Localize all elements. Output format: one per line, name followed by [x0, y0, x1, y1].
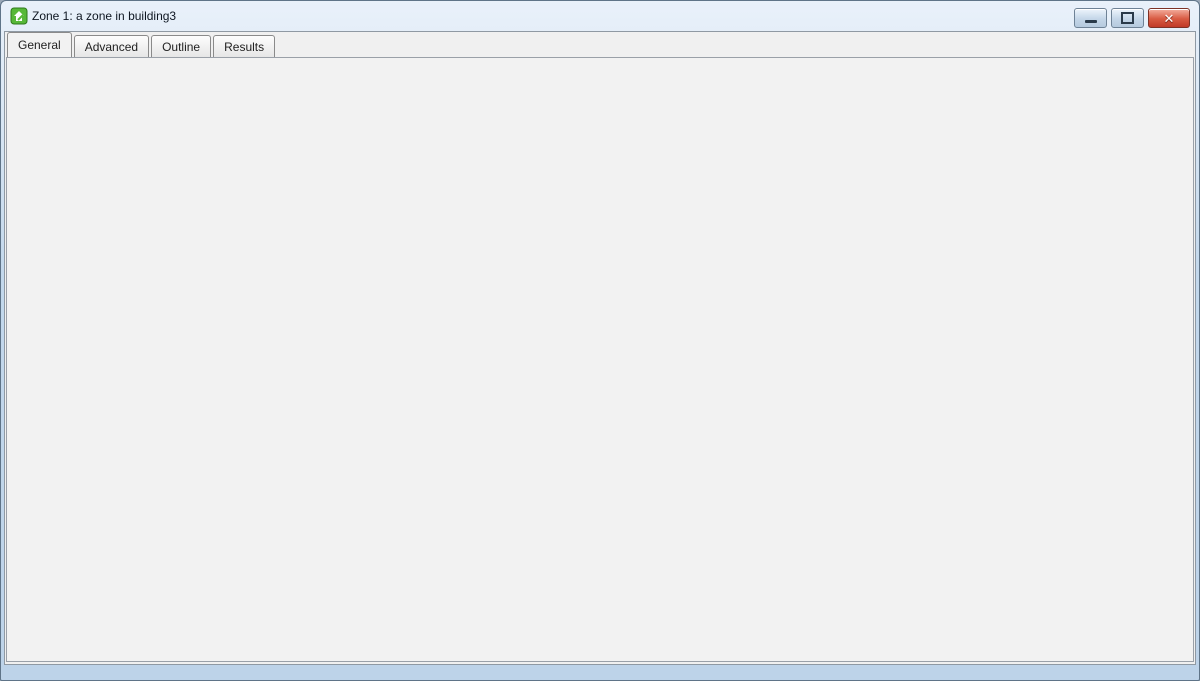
- close-button[interactable]: ✕: [1148, 8, 1190, 28]
- minimize-button[interactable]: [1074, 8, 1107, 28]
- maximize-icon: [1121, 12, 1134, 24]
- title-bar[interactable]: Zone 1: a zone in building3 ✕: [0, 0, 1200, 31]
- general-tab-page: [6, 57, 1194, 662]
- minimize-icon: [1085, 20, 1097, 23]
- tab-bar: GeneralAdvancedOutlineResults: [7, 34, 277, 57]
- window-title: Zone 1: a zone in building3: [32, 9, 176, 23]
- close-icon: ✕: [1164, 12, 1175, 25]
- zone-window: Zone 1: a zone in building3 ✕ GeneralAdv…: [0, 0, 1200, 681]
- tab-advanced[interactable]: Advanced: [74, 35, 149, 57]
- home-icon: [10, 7, 28, 25]
- maximize-button[interactable]: [1111, 8, 1144, 28]
- tab-general[interactable]: General: [7, 32, 72, 57]
- tab-results[interactable]: Results: [213, 35, 275, 57]
- tab-outline[interactable]: Outline: [151, 35, 211, 57]
